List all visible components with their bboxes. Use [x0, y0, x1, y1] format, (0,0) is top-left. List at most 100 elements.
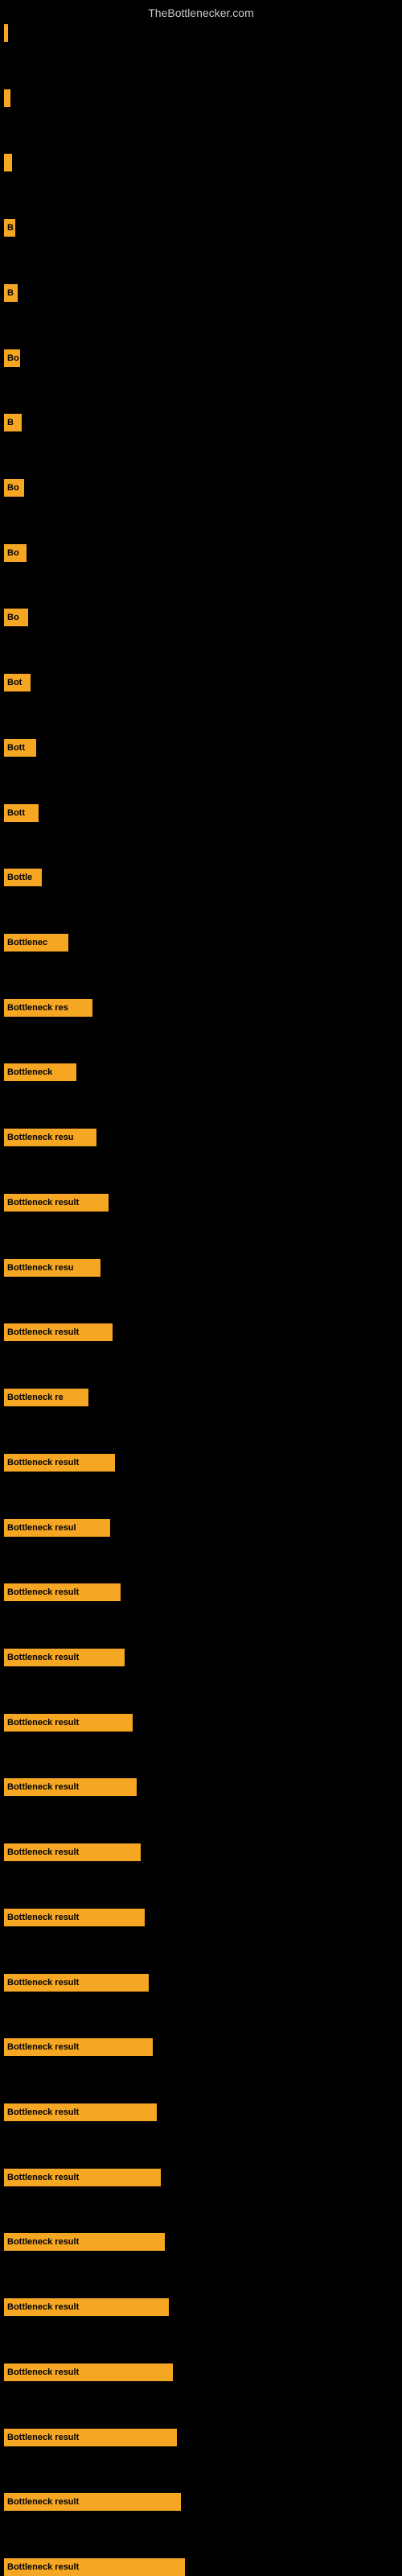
bar-row-26: Bottleneck result — [4, 1714, 133, 1732]
bar-4: B — [4, 284, 18, 302]
bar-row-11: Bott — [4, 739, 36, 757]
bar-label-38: Bottleneck result — [7, 2497, 79, 2507]
bar-label-9: Bo — [7, 613, 19, 622]
bar-1 — [4, 89, 10, 107]
bar-row-16: Bottleneck — [4, 1063, 76, 1081]
bar-label-24: Bottleneck result — [7, 1587, 79, 1597]
bar-label-5: Bo — [7, 353, 19, 363]
site-title: TheBottlenecker.com — [0, 0, 402, 26]
bar-0 — [4, 24, 8, 42]
bar-label-18: Bottleneck result — [7, 1198, 79, 1208]
bar-row-18: Bottleneck result — [4, 1194, 109, 1212]
bar-row-3: B — [4, 219, 15, 237]
bar-8: Bo — [4, 544, 27, 562]
bar-label-7: Bo — [7, 483, 19, 493]
bar-label-34: Bottleneck result — [7, 2237, 79, 2247]
bar-32: Bottleneck result — [4, 2103, 157, 2121]
bar-label-3: B — [7, 223, 14, 233]
bar-row-29: Bottleneck result — [4, 1909, 145, 1926]
bar-22: Bottleneck result — [4, 1454, 115, 1472]
bar-33: Bottleneck result — [4, 2169, 161, 2186]
bar-label-14: Bottlenec — [7, 938, 47, 947]
bar-row-33: Bottleneck result — [4, 2169, 161, 2186]
bar-label-28: Bottleneck result — [7, 1847, 79, 1857]
bar-label-32: Bottleneck result — [7, 2107, 79, 2117]
bar-label-33: Bottleneck result — [7, 2173, 79, 2182]
bar-label-27: Bottleneck result — [7, 1782, 79, 1792]
bar-label-11: Bott — [7, 743, 25, 753]
bar-row-24: Bottleneck result — [4, 1583, 121, 1601]
bar-label-8: Bo — [7, 548, 19, 558]
bar-row-36: Bottleneck result — [4, 2363, 173, 2381]
bar-37: Bottleneck result — [4, 2429, 177, 2446]
bar-label-26: Bottleneck result — [7, 1718, 79, 1728]
bar-26: Bottleneck result — [4, 1714, 133, 1732]
bar-label-13: Bottle — [7, 873, 32, 882]
bar-13: Bottle — [4, 869, 42, 886]
bar-31: Bottleneck result — [4, 2038, 153, 2056]
bar-28: Bottleneck result — [4, 1843, 141, 1861]
bar-row-27: Bottleneck result — [4, 1778, 137, 1796]
bar-25: Bottleneck result — [4, 1649, 125, 1666]
bar-15: Bottleneck res — [4, 999, 92, 1017]
bar-row-34: Bottleneck result — [4, 2233, 165, 2251]
bar-row-9: Bo — [4, 609, 28, 626]
bar-3: B — [4, 219, 15, 237]
bar-27: Bottleneck result — [4, 1778, 137, 1796]
bar-row-32: Bottleneck result — [4, 2103, 157, 2121]
bar-row-23: Bottleneck resul — [4, 1519, 110, 1537]
bar-row-30: Bottleneck result — [4, 1974, 149, 1992]
bar-2 — [4, 154, 12, 171]
bar-row-38: Bottleneck result — [4, 2493, 181, 2511]
bar-row-37: Bottleneck result — [4, 2429, 177, 2446]
bar-row-7: Bo — [4, 479, 24, 497]
bar-label-23: Bottleneck resul — [7, 1523, 76, 1533]
bar-row-20: Bottleneck result — [4, 1323, 113, 1341]
bar-row-39: Bottleneck result — [4, 2558, 185, 2576]
bar-label-36: Bottleneck result — [7, 2368, 79, 2377]
bar-row-13: Bottle — [4, 869, 42, 886]
bar-label-35: Bottleneck result — [7, 2302, 79, 2312]
bar-21: Bottleneck re — [4, 1389, 88, 1406]
bar-9: Bo — [4, 609, 28, 626]
bar-36: Bottleneck result — [4, 2363, 173, 2381]
bar-row-2 — [4, 154, 12, 171]
bar-24: Bottleneck result — [4, 1583, 121, 1601]
bar-14: Bottlenec — [4, 934, 68, 952]
bar-label-19: Bottleneck resu — [7, 1263, 74, 1273]
bar-label-10: Bot — [7, 678, 22, 687]
bar-row-25: Bottleneck result — [4, 1649, 125, 1666]
bar-label-39: Bottleneck result — [7, 2562, 79, 2572]
bar-34: Bottleneck result — [4, 2233, 165, 2251]
bar-row-1 — [4, 89, 10, 107]
bar-20: Bottleneck result — [4, 1323, 113, 1341]
bar-label-37: Bottleneck result — [7, 2433, 79, 2442]
bar-30: Bottleneck result — [4, 1974, 149, 1992]
bar-16: Bottleneck — [4, 1063, 76, 1081]
bar-row-6: B — [4, 414, 22, 431]
bar-11: Bott — [4, 739, 36, 757]
bar-label-16: Bottleneck — [7, 1067, 52, 1077]
bar-29: Bottleneck result — [4, 1909, 145, 1926]
bar-12: Bott — [4, 804, 39, 822]
bar-17: Bottleneck resu — [4, 1129, 96, 1146]
bar-row-10: Bot — [4, 674, 31, 691]
bar-row-14: Bottlenec — [4, 934, 68, 952]
bar-row-5: Bo — [4, 349, 20, 367]
bar-19: Bottleneck resu — [4, 1259, 100, 1277]
bars-container: B B Bo B Bo Bo Bo Bot Bott Bott Bottle Bottlenec Bot… — [0, 24, 402, 2576]
bar-label-15: Bottleneck res — [7, 1003, 68, 1013]
bar-row-17: Bottleneck resu — [4, 1129, 96, 1146]
bar-label-21: Bottleneck re — [7, 1393, 64, 1402]
bar-row-28: Bottleneck result — [4, 1843, 141, 1861]
bar-label-12: Bott — [7, 808, 25, 818]
bar-label-20: Bottleneck result — [7, 1327, 79, 1337]
bar-row-4: B — [4, 284, 18, 302]
bar-label-30: Bottleneck result — [7, 1978, 79, 1988]
bar-row-22: Bottleneck result — [4, 1454, 115, 1472]
bar-row-31: Bottleneck result — [4, 2038, 153, 2056]
bar-row-35: Bottleneck result — [4, 2298, 169, 2316]
bar-row-12: Bott — [4, 804, 39, 822]
bar-row-8: Bo — [4, 544, 27, 562]
bar-39: Bottleneck result — [4, 2558, 185, 2576]
